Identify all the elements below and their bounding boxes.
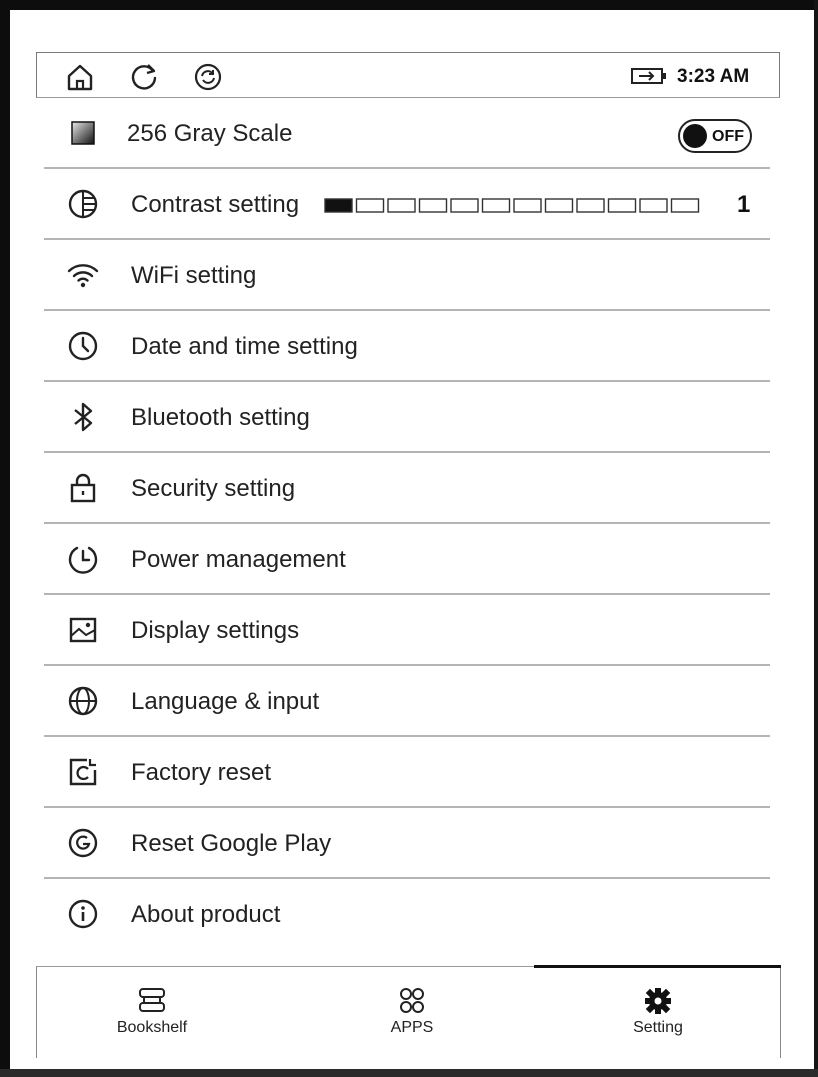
bottom-navigation: Bookshelf APPS Setting xyxy=(36,965,781,1058)
contrast-icon xyxy=(66,187,100,221)
lock-icon xyxy=(66,471,100,505)
menu-item-language[interactable]: Language & input xyxy=(44,666,770,737)
contrast-value: 1 xyxy=(737,191,751,218)
menu-item-date-time[interactable]: Date and time setting xyxy=(44,311,770,382)
google-icon xyxy=(66,826,100,860)
status-bar: 3:23 AM xyxy=(36,52,780,98)
status-time: 3:23 AM xyxy=(677,66,750,87)
device-bezel-right xyxy=(814,0,818,1077)
menu-item-label: Factory reset xyxy=(131,759,272,786)
menu-item-bluetooth[interactable]: Bluetooth setting xyxy=(44,382,770,453)
apps-grid-icon xyxy=(400,988,424,1013)
menu-item-label: Contrast setting xyxy=(131,191,300,218)
bluetooth-icon xyxy=(66,400,100,434)
contrast-segment[interactable] xyxy=(355,198,385,213)
display-image-icon xyxy=(66,613,100,647)
contrast-segment[interactable] xyxy=(418,198,448,213)
menu-item-label: WiFi setting xyxy=(131,262,257,289)
menu-item-contrast[interactable]: Contrast setting 1 xyxy=(44,169,770,240)
contrast-segment[interactable] xyxy=(544,198,574,213)
menu-item-label: Language & input xyxy=(131,688,320,715)
menu-item-label: About product xyxy=(131,901,281,928)
contrast-level-bar[interactable] xyxy=(324,197,704,215)
nav-label: Setting xyxy=(633,1019,683,1036)
contrast-segment[interactable] xyxy=(607,198,637,213)
contrast-segment[interactable] xyxy=(481,198,511,213)
info-icon xyxy=(66,897,100,931)
toggle-state-label: OFF xyxy=(712,128,744,145)
menu-item-display[interactable]: Display settings xyxy=(44,595,770,666)
nav-setting[interactable]: Setting xyxy=(583,967,733,1057)
menu-item-factory-reset[interactable]: Factory reset xyxy=(44,737,770,808)
gray-scale-toggle[interactable]: OFF xyxy=(678,119,752,153)
battery-charging-icon xyxy=(631,67,667,85)
contrast-segment[interactable] xyxy=(670,198,700,213)
menu-item-about[interactable]: About product xyxy=(44,879,770,950)
menu-item-power[interactable]: Power management xyxy=(44,524,770,595)
nav-label: Bookshelf xyxy=(116,1019,188,1036)
menu-item-label: Reset Google Play xyxy=(131,830,332,857)
menu-item-label: 256 Gray Scale xyxy=(127,120,293,147)
globe-icon xyxy=(66,684,100,718)
menu-item-label: Bluetooth setting xyxy=(131,404,310,431)
toggle-knob xyxy=(683,124,707,148)
contrast-segment[interactable] xyxy=(324,198,353,213)
device-bezel-top xyxy=(0,0,818,10)
menu-item-label: Power management xyxy=(131,546,346,573)
gear-icon xyxy=(645,988,671,1014)
contrast-segment[interactable] xyxy=(450,198,479,213)
refresh-icon[interactable] xyxy=(129,62,159,92)
menu-item-reset-google-play[interactable]: Reset Google Play xyxy=(44,808,770,879)
menu-item-gray-scale[interactable]: 256 Gray Scale OFF xyxy=(44,98,770,169)
clock-icon xyxy=(66,329,100,363)
nav-bookshelf[interactable]: Bookshelf xyxy=(77,967,227,1057)
nav-apps[interactable]: APPS xyxy=(337,967,487,1057)
settings-list: 256 Gray Scale OFF Contrast setting 1 Wi… xyxy=(44,98,770,950)
device-bezel-bottom xyxy=(0,1069,818,1077)
contrast-segment[interactable] xyxy=(639,198,668,213)
wifi-icon xyxy=(66,258,100,292)
power-clock-icon xyxy=(66,542,100,576)
nav-label: APPS xyxy=(390,1019,434,1036)
grayscale-square-icon xyxy=(66,116,100,150)
menu-item-label: Display settings xyxy=(131,617,300,644)
contrast-segment[interactable] xyxy=(513,198,542,213)
contrast-segment[interactable] xyxy=(387,198,416,213)
sync-icon[interactable] xyxy=(193,62,223,92)
contrast-segment[interactable] xyxy=(576,198,605,213)
menu-item-security[interactable]: Security setting xyxy=(44,453,770,524)
bookshelf-icon xyxy=(139,988,165,1012)
menu-item-wifi[interactable]: WiFi setting xyxy=(44,240,770,311)
device-bezel-left xyxy=(0,0,10,1077)
menu-item-label: Security setting xyxy=(131,475,296,502)
menu-item-label: Date and time setting xyxy=(131,333,358,360)
factory-reset-icon xyxy=(66,755,100,789)
home-icon[interactable] xyxy=(65,62,95,92)
